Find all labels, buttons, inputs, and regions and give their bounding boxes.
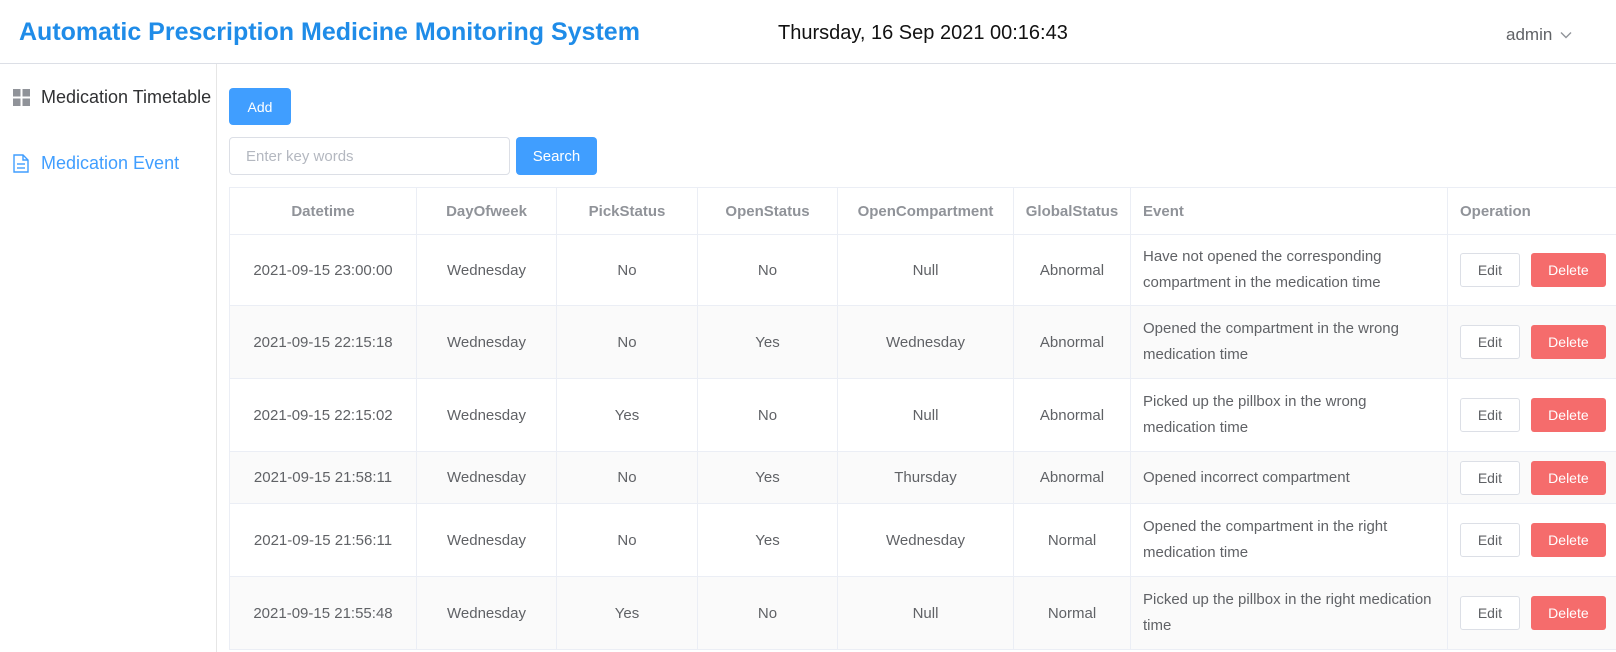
current-datetime: Thursday, 16 Sep 2021 00:16:43: [778, 22, 1068, 44]
table-row: 2021-09-15 21:55:48 Wednesday Yes No Nul…: [229, 577, 1616, 650]
cell-event: Picked up the pillbox in the wrong medic…: [1131, 379, 1448, 451]
table-row: 2021-09-15 22:15:18 Wednesday No Yes Wed…: [229, 306, 1616, 379]
cell-openstatus: No: [698, 577, 838, 649]
cell-event: Opened incorrect compartment: [1131, 452, 1448, 503]
table-row: 2021-09-15 21:56:11 Wednesday No Yes Wed…: [229, 504, 1616, 577]
user-name: admin: [1506, 25, 1553, 44]
edit-button[interactable]: Edit: [1460, 596, 1520, 630]
column-header-operation: Operation: [1460, 202, 1531, 220]
cell-globalstatus: Normal: [1014, 577, 1131, 649]
app-title: Automatic Prescription Medicine Monitori…: [19, 18, 640, 46]
cell-openstatus: Yes: [698, 306, 838, 378]
cell-event: Opened the compartment in the right medi…: [1131, 504, 1448, 576]
cell-dayofweek: Wednesday: [417, 306, 557, 378]
cell-pickstatus: No: [557, 452, 698, 503]
cell-operation: Edit Delete: [1448, 306, 1616, 378]
cell-openstatus: No: [698, 379, 838, 451]
table-row: 2021-09-15 21:58:11 Wednesday No Yes Thu…: [229, 452, 1616, 504]
cell-dayofweek: Wednesday: [417, 235, 557, 305]
delete-button[interactable]: Delete: [1530, 523, 1606, 557]
sidebar-item-medication-event[interactable]: Medication Event: [0, 135, 216, 191]
cell-datetime: 2021-09-15 21:58:11: [229, 452, 417, 503]
cell-operation: Edit Delete: [1448, 235, 1616, 305]
column-header-opencompartment: OpenCompartment: [838, 188, 1014, 234]
cell-globalstatus: Abnormal: [1014, 235, 1131, 305]
cell-operation: Edit Delete: [1448, 452, 1616, 503]
cell-event: Opened the compartment in the wrong medi…: [1131, 306, 1448, 378]
column-header-dayofweek: DayOfweek: [417, 188, 557, 234]
cell-globalstatus: Abnormal: [1014, 379, 1131, 451]
edit-button[interactable]: Edit: [1460, 460, 1520, 495]
cell-dayofweek: Wednesday: [417, 379, 557, 451]
cell-opencompartment: Null: [838, 379, 1014, 451]
cell-opencompartment: Wednesday: [838, 306, 1014, 378]
delete-button[interactable]: Delete: [1530, 253, 1606, 287]
cell-datetime: 2021-09-15 21:56:11: [229, 504, 417, 576]
cell-operation: Edit Delete: [1448, 504, 1616, 576]
cell-openstatus: No: [698, 235, 838, 305]
cell-openstatus: Yes: [698, 504, 838, 576]
cell-event: Have not opened the corresponding compar…: [1131, 235, 1448, 305]
cell-opencompartment: Thursday: [838, 452, 1014, 503]
search-input[interactable]: [229, 137, 510, 175]
cell-operation: Edit Delete: [1448, 379, 1616, 451]
delete-button[interactable]: Delete: [1530, 596, 1606, 630]
cell-dayofweek: Wednesday: [417, 577, 557, 649]
search-button[interactable]: Search: [516, 137, 597, 175]
sidebar-item-label: Medication Timetable: [41, 86, 212, 107]
cell-globalstatus: Abnormal: [1014, 306, 1131, 378]
chevron-down-icon: [1560, 31, 1572, 39]
cell-globalstatus: Abnormal: [1014, 452, 1131, 503]
grid-icon: [12, 88, 30, 106]
sidebar-item-label: Medication Event: [41, 152, 180, 173]
column-header-globalstatus: GlobalStatus: [1014, 188, 1131, 234]
delete-button[interactable]: Delete: [1530, 325, 1606, 359]
sidebar-item-medication-timetable[interactable]: Medication Timetable: [0, 69, 216, 125]
cell-pickstatus: No: [557, 235, 698, 305]
cell-event: Picked up the pillbox in the right medic…: [1131, 577, 1448, 649]
cell-datetime: 2021-09-15 22:15:18: [229, 306, 417, 378]
cell-dayofweek: Wednesday: [417, 504, 557, 576]
medication-event-table: Datetime DayOfweek PickStatus OpenStatus…: [229, 187, 1616, 650]
user-menu[interactable]: admin: [1506, 25, 1572, 45]
cell-opencompartment: Wednesday: [838, 504, 1014, 576]
cell-pickstatus: Yes: [557, 577, 698, 649]
column-header-pickstatus: PickStatus: [557, 188, 698, 234]
edit-button[interactable]: Edit: [1460, 398, 1520, 432]
column-header-openstatus: OpenStatus: [698, 188, 838, 234]
delete-button[interactable]: Delete: [1530, 398, 1606, 432]
app-header: Automatic Prescription Medicine Monitori…: [0, 0, 1616, 64]
delete-button[interactable]: Delete: [1530, 460, 1606, 495]
edit-button[interactable]: Edit: [1460, 253, 1520, 287]
column-header-event: Event: [1131, 188, 1448, 234]
cell-datetime: 2021-09-15 23:00:00: [229, 235, 417, 305]
cell-opencompartment: Null: [838, 235, 1014, 305]
column-header-datetime: Datetime: [229, 188, 417, 234]
cell-globalstatus: Normal: [1014, 504, 1131, 576]
cell-pickstatus: No: [557, 306, 698, 378]
cell-dayofweek: Wednesday: [417, 452, 557, 503]
add-button[interactable]: Add: [229, 88, 291, 125]
cell-pickstatus: Yes: [557, 379, 698, 451]
table-row: 2021-09-15 22:15:02 Wednesday Yes No Nul…: [229, 379, 1616, 452]
cell-operation: Edit Delete: [1448, 577, 1616, 649]
document-icon: [12, 153, 30, 173]
cell-datetime: 2021-09-15 21:55:48: [229, 577, 417, 649]
cell-datetime: 2021-09-15 22:15:02: [229, 379, 417, 451]
cell-openstatus: Yes: [698, 452, 838, 503]
table-row: 2021-09-15 23:00:00 Wednesday No No Null…: [229, 235, 1616, 306]
cell-opencompartment: Null: [838, 577, 1014, 649]
sidebar: Medication Timetable Medication Event: [0, 64, 217, 652]
table-header: Datetime DayOfweek PickStatus OpenStatus…: [229, 188, 1616, 235]
edit-button[interactable]: Edit: [1460, 325, 1520, 359]
cell-pickstatus: No: [557, 504, 698, 576]
edit-button[interactable]: Edit: [1460, 523, 1520, 557]
